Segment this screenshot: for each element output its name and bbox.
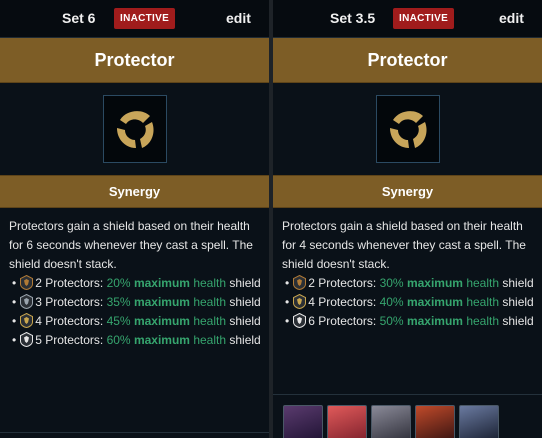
status-badge: INACTIVE [114,8,176,29]
protector-trait-icon [102,95,167,163]
tier-maximum: maximum [406,295,463,309]
set6-panel: Set 6 INACTIVE edit Protector Synergy Pr… [0,0,269,438]
champion-portrait[interactable] [327,405,367,438]
shield-icon [20,332,34,347]
bullet: • [285,314,290,328]
bullet: • [285,295,290,309]
trait-icon-area [273,83,542,175]
tier-row: • 2 Protectors: 20% maximum health shield [9,274,263,293]
trait-icon-area [0,83,269,175]
tier-maximum: maximum [133,295,190,309]
tier-shield: shield [229,333,261,347]
synergy-header: Synergy [273,175,542,208]
tier-percent: 45% [106,314,131,328]
edit-link[interactable]: edit [226,10,251,26]
bullet: • [285,276,290,290]
divider [0,432,269,433]
shield-icon [293,313,307,328]
tier-shield: shield [502,276,534,290]
tier-shield: shield [502,314,534,328]
tier-health: health [193,314,227,328]
tier-health: health [466,314,500,328]
tier-row: • 5 Protectors: 60% maximum health shield [9,331,263,350]
tier-list: • 2 Protectors: 20% maximum health shield… [9,274,263,350]
trait-title: Protector [0,38,269,83]
tier-health: health [466,276,500,290]
champion-portrait[interactable] [415,405,455,438]
tier-row: • 4 Protectors: 40% maximum health shield [282,293,536,312]
tier-maximum: maximum [133,276,190,290]
set-header: Set 6 INACTIVE edit [0,0,269,38]
tier-row: • 3 Protectors: 35% maximum health shield [9,293,263,312]
bullet: • [12,333,17,347]
synergy-header: Synergy [0,175,269,208]
champion-portraits [283,405,499,438]
tier-percent: 40% [379,295,404,309]
tier-label: 5 Protectors: [35,333,104,347]
tier-percent: 20% [106,276,131,290]
shield-icon [20,294,34,309]
tier-label: 4 Protectors: [308,295,377,309]
shield-icon [293,294,307,309]
trait-title: Protector [273,38,542,83]
tier-maximum: maximum [133,314,190,328]
champion-portrait[interactable] [283,405,323,438]
tier-shield: shield [229,276,261,290]
tier-label: 3 Protectors: [35,295,104,309]
edit-link[interactable]: edit [499,10,524,26]
set-label: Set 6 [62,10,96,26]
tier-health: health [193,295,227,309]
tier-percent: 30% [379,276,404,290]
set-header: Set 3.5 INACTIVE edit [273,0,542,38]
tier-row: • 4 Protectors: 45% maximum health shield [9,312,263,331]
tier-health: health [466,295,500,309]
tier-label: 2 Protectors: [308,276,377,290]
protector-icon [116,111,154,148]
tier-maximum: maximum [133,333,190,347]
champion-portrait[interactable] [371,405,411,438]
tier-row: • 6 Protectors: 50% maximum health shield [282,312,536,331]
tier-maximum: maximum [406,276,463,290]
tier-label: 4 Protectors: [35,314,104,328]
set-label: Set 3.5 [330,10,376,26]
tier-percent: 60% [106,333,131,347]
protector-trait-icon [375,95,440,163]
tier-shield: shield [502,295,534,309]
bullet: • [12,295,17,309]
status-badge: INACTIVE [393,8,455,29]
tier-percent: 35% [106,295,131,309]
tier-label: 2 Protectors: [35,276,104,290]
tier-label: 6 Protectors: [308,314,377,328]
tier-percent: 50% [379,314,404,328]
tier-maximum: maximum [406,314,463,328]
synergy-description: Protectors gain a shield based on their … [0,208,269,350]
tier-row: • 2 Protectors: 30% maximum health shield [282,274,536,293]
description-text: Protectors gain a shield based on their … [282,219,526,271]
tier-shield: shield [229,314,261,328]
shield-icon [293,275,307,290]
bullet: • [12,276,17,290]
tier-health: health [193,276,227,290]
synergy-description: Protectors gain a shield based on their … [273,208,542,331]
description-text: Protectors gain a shield based on their … [9,219,253,271]
tier-list: • 2 Protectors: 30% maximum health shield… [282,274,536,331]
set3-5-panel: Set 3.5 INACTIVE edit Protector Synergy … [273,0,542,438]
champion-portrait[interactable] [459,405,499,438]
divider [273,394,542,395]
bullet: • [12,314,17,328]
tier-shield: shield [229,295,261,309]
protector-icon [389,111,427,148]
shield-icon [20,275,34,290]
shield-icon [20,313,34,328]
tier-health: health [193,333,227,347]
